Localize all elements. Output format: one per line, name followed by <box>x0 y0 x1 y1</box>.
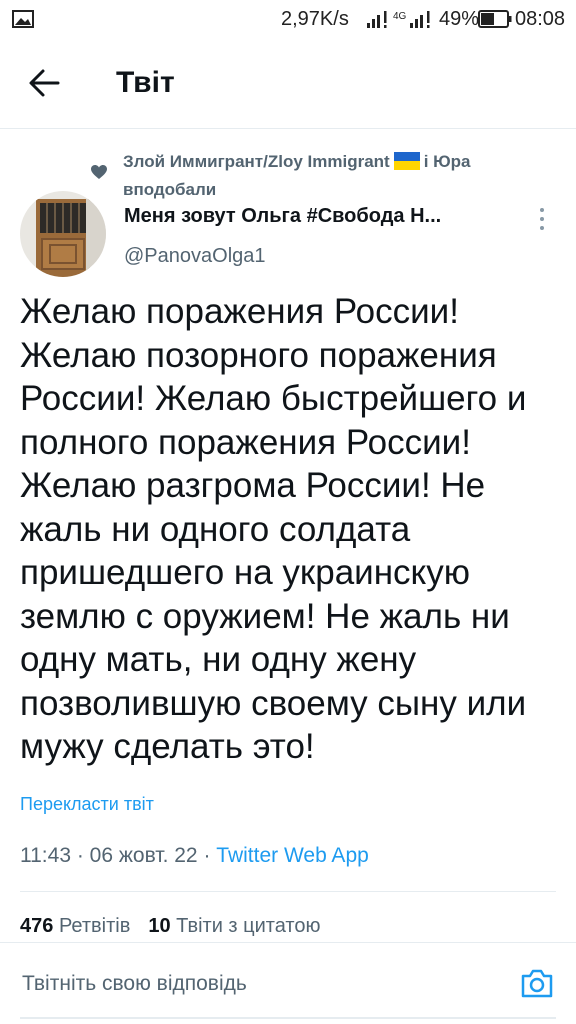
top-app-bar: Твіт <box>0 40 576 129</box>
meta-separator: · <box>197 844 217 867</box>
reply-input[interactable]: Твітніть свою відповідь <box>22 972 247 996</box>
social-context[interactable]: Злой Иммигрант/Zloy Immigrant і Юра вподо… <box>123 148 543 204</box>
translate-tweet-link[interactable]: Перекласти твіт <box>20 794 154 815</box>
avatar-image <box>20 191 106 277</box>
tweet-source[interactable]: Twitter Web App <box>216 844 369 867</box>
battery-percentage: 49% <box>439 8 480 30</box>
tweet-date[interactable]: 06 жовт. 22 <box>90 844 198 867</box>
signal-icon <box>410 11 430 28</box>
quotes-label: Твіти з цитатою <box>176 915 321 937</box>
tweet-metadata: 11:43 · 06 жовт. 22 · Twitter Web App <box>20 844 369 868</box>
network-speed: 2,97K/s <box>281 8 349 30</box>
gallery-icon <box>12 10 34 28</box>
reply-bar: Твітніть свою відповідь <box>0 943 576 1024</box>
author-name[interactable]: Меня зовут Ольга #Свобода Н... <box>124 205 441 228</box>
clock: 08:08 <box>515 8 566 30</box>
page-title: Твіт <box>116 66 175 99</box>
avatar[interactable] <box>20 191 106 277</box>
tweet-stats: 476 Ретвітів 10 Твіти з цитатою <box>20 915 320 938</box>
status-bar: 2,97K/s 4G 49% 08:08 <box>0 0 576 40</box>
divider <box>20 1017 556 1019</box>
divider <box>20 891 556 892</box>
signal-icon <box>367 11 387 28</box>
quotes-count: 10 <box>148 915 171 937</box>
network-type: 4G <box>393 11 407 22</box>
more-options-icon[interactable] <box>532 204 552 234</box>
tweet-text: Желаю поражения России! Желаю позорного … <box>20 292 527 766</box>
camera-icon[interactable] <box>520 967 554 999</box>
retweets-stat[interactable]: 476 Ретвітів <box>20 915 130 937</box>
ukraine-flag-icon <box>393 152 420 170</box>
heart-icon <box>91 165 107 179</box>
meta-separator: · <box>71 844 90 867</box>
battery-icon <box>478 10 512 28</box>
author-handle[interactable]: @PanovaOlga1 <box>124 245 266 268</box>
back-arrow-icon[interactable] <box>28 68 60 98</box>
tweet-time[interactable]: 11:43 <box>20 844 71 867</box>
retweets-count: 476 <box>20 915 54 937</box>
social-context-users: Злой Иммигрант/Zloy Immigrant <box>123 152 390 171</box>
retweets-label: Ретвітів <box>58 915 131 937</box>
quotes-stat[interactable]: 10 Твіти з цитатою <box>148 915 320 937</box>
